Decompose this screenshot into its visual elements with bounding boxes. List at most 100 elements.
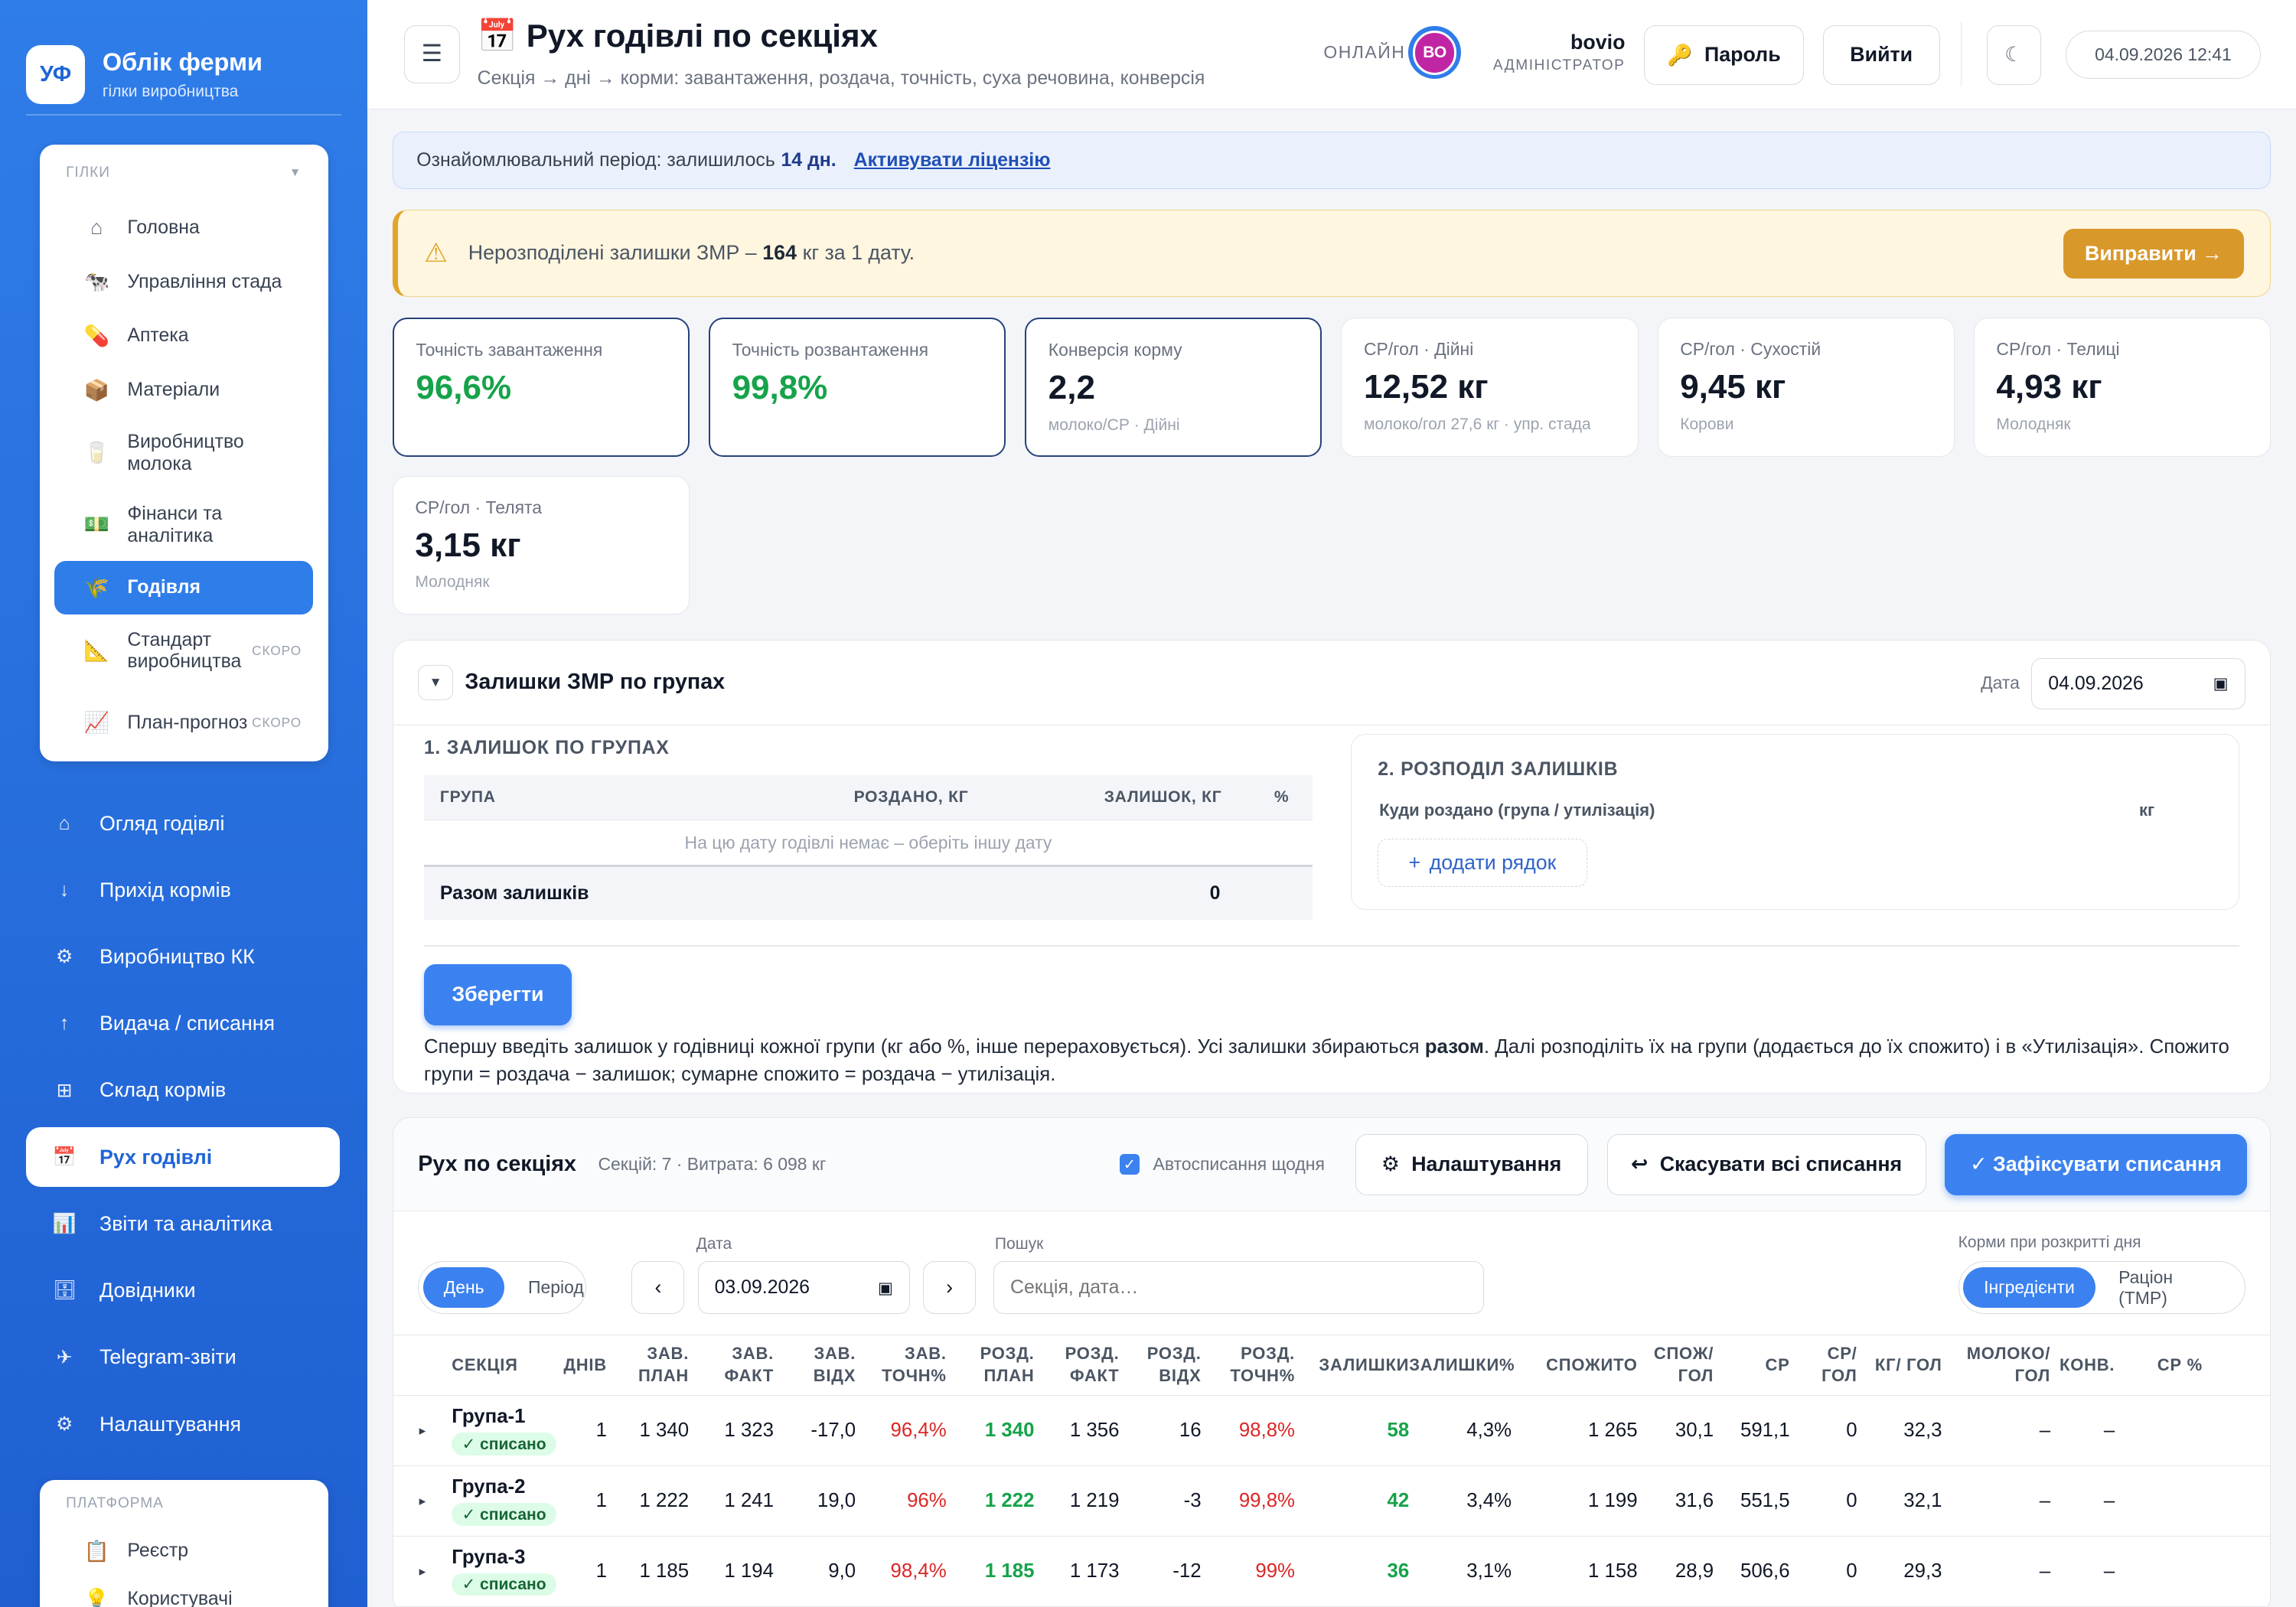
col-header[interactable]: РОЗД. ТОЧН% xyxy=(1202,1343,1295,1387)
col-header[interactable]: РОЗД. ВІДХ xyxy=(1119,1343,1201,1387)
table-cell: 99% xyxy=(1255,1560,1296,1582)
platform-item[interactable]: 💡 Користувачі xyxy=(54,1575,314,1607)
table-cell: 1 185 xyxy=(639,1560,690,1582)
mode-day[interactable]: День xyxy=(422,1266,505,1309)
branch-item[interactable]: 📦 Матеріали xyxy=(54,363,314,417)
nav-item[interactable]: 🗄 Довідники xyxy=(26,1260,339,1320)
table-cell: 1 340 xyxy=(984,1419,1035,1441)
movement-date-input[interactable]: 03.09.2026 ▣ xyxy=(697,1261,910,1314)
nav-item[interactable]: ⚙ Виробництво КК xyxy=(26,927,339,986)
col-header[interactable]: СР % xyxy=(2115,1354,2203,1377)
col-header[interactable]: ЗАВ. ТОЧН% xyxy=(856,1343,947,1387)
avatar[interactable]: ВО xyxy=(1408,26,1462,80)
platform-label: Реєстр xyxy=(127,1540,189,1562)
fix-writeoffs-button[interactable]: ✓ Зафіксувати списання xyxy=(1945,1133,2247,1195)
table-cell: 96,4% xyxy=(890,1419,947,1441)
kpi-card: Точність завантаження 96,6% xyxy=(392,318,690,457)
branches-panel: ГІЛКИ ▼ ⌂ Головна 🐄 Управління стада 💊 Аптека… xyxy=(39,145,328,761)
chevron-down-icon[interactable]: ▼ xyxy=(289,166,302,180)
total-row: Разом залишків 0 xyxy=(423,867,1313,921)
col-header[interactable]: КОНВ. xyxy=(2050,1354,2115,1377)
branch-item[interactable]: 🌾 Годівля xyxy=(54,560,314,615)
col-header[interactable]: СР xyxy=(1714,1354,1789,1377)
table-cell: 31,6 xyxy=(1675,1489,1714,1511)
col-header[interactable]: СПОЖ/ ГОЛ xyxy=(1638,1343,1714,1387)
table-cell: -3 xyxy=(1183,1489,1202,1511)
col-header[interactable]: ЗАВ. ВІДХ xyxy=(774,1343,856,1387)
table-cell: 0 xyxy=(1846,1560,1857,1582)
auto-writeoff-checkbox[interactable]: ✓ xyxy=(1119,1154,1140,1175)
cancel-writeoffs-button[interactable]: ↩ Скасувати всі списання xyxy=(1606,1133,1926,1195)
divider xyxy=(1960,21,1962,86)
col-header[interactable]: ДНІВ xyxy=(543,1354,607,1377)
col-header[interactable]: СПОЖИТО xyxy=(1512,1354,1638,1377)
feeds-ingredients[interactable]: Інгредієнти xyxy=(1963,1266,2095,1309)
menu-button[interactable]: ☰ xyxy=(403,24,460,84)
branch-item[interactable]: 📐 Стандарт виробництва СКОРО xyxy=(54,614,314,686)
col-header[interactable]: КГ/ ГОЛ xyxy=(1857,1354,1942,1377)
branch-item[interactable]: 💊 Аптека xyxy=(54,309,314,363)
col-header[interactable]: ЗАЛИШКИ xyxy=(1295,1354,1409,1377)
prev-day-button[interactable]: ‹ xyxy=(631,1261,685,1314)
nav-item[interactable]: 📊 Звіти та аналітика xyxy=(26,1194,339,1253)
table-row[interactable]: ▸ Група-1 ✓ списано 1 1 340 1 323 -17,0 96,4% 1 … xyxy=(393,1396,2271,1466)
mode-switch: День Період xyxy=(418,1261,587,1314)
table-row[interactable]: ▸ Група-2 ✓ списано 1 1 222 1 241 19,0 96% 1 222… xyxy=(393,1466,2271,1537)
app-logo[interactable]: УФ xyxy=(26,45,85,104)
distribution-box: 2. РОЗПОДІЛ ЗАЛИШКІВ Куди роздано (група… xyxy=(1350,734,2239,910)
expand-row-icon[interactable]: ▸ xyxy=(393,1563,452,1579)
nav-item[interactable]: ✈ Telegram-звіти xyxy=(26,1328,339,1387)
branch-item[interactable]: 🐄 Управління стада xyxy=(54,255,314,309)
cancel-label: Скасувати всі списання xyxy=(1659,1152,1903,1176)
kpi-value: 99,8% xyxy=(732,369,828,407)
next-day-button[interactable]: › xyxy=(923,1261,977,1314)
table-cell: 1 356 xyxy=(1069,1419,1120,1441)
search-input[interactable] xyxy=(993,1261,1484,1314)
expand-row-icon[interactable]: ▸ xyxy=(393,1423,452,1439)
branch-item[interactable]: 🥛 Виробництво молока xyxy=(54,417,314,489)
collapse-toggle[interactable]: ▼ xyxy=(418,664,454,700)
expand-row-icon[interactable]: ▸ xyxy=(393,1493,452,1509)
table-cell: 1 222 xyxy=(984,1489,1035,1511)
col-header[interactable]: МОЛОКО/ ГОЛ xyxy=(1942,1343,2051,1387)
col-header[interactable]: РОЗД. ФАКТ xyxy=(1035,1343,1120,1387)
nav-item[interactable]: ↓ Прихід кормів xyxy=(26,860,339,920)
nav-item[interactable]: ⚙ Налаштування xyxy=(26,1394,339,1454)
table-cell: 1 265 xyxy=(1588,1419,1638,1441)
branch-item[interactable]: 💵 Фінанси та аналітика xyxy=(54,489,314,561)
branches-header[interactable]: ГІЛКИ ▼ xyxy=(40,145,328,200)
settings-button[interactable]: ⚙ Налаштування xyxy=(1355,1133,1588,1195)
kpi-sub: Молодняк xyxy=(415,573,490,592)
col-header[interactable]: ЗАВ. ФАКТ xyxy=(689,1343,774,1387)
branch-item[interactable]: 📈 План-прогноз СКОРО xyxy=(54,686,314,758)
main-content: Ознайомлювальний період: залишилось 14 д… xyxy=(367,109,2295,1607)
nav-label: Огляд годівлі xyxy=(99,811,225,835)
platform-item[interactable]: 📋 Реєстр xyxy=(54,1527,314,1575)
theme-toggle-button[interactable]: ☾ xyxy=(1986,24,2041,85)
feeds-ration[interactable]: Раціон (ТМР) xyxy=(2098,1267,2240,1309)
nav-label: Налаштування xyxy=(99,1412,242,1436)
table-cell: 1 340 xyxy=(639,1419,690,1441)
col-header[interactable]: СЕКЦІЯ xyxy=(452,1354,543,1377)
fix-button[interactable]: Виправити → xyxy=(2063,229,2244,279)
mode-period[interactable]: Період xyxy=(507,1267,604,1309)
logout-button[interactable]: Вийти xyxy=(1822,24,1940,85)
password-button[interactable]: 🔑 Пароль xyxy=(1644,24,1804,85)
nav-item[interactable]: 📅 Рух годівлі xyxy=(26,1126,340,1188)
activate-license-link[interactable]: Активувати ліцензію xyxy=(854,149,1051,171)
nav-item[interactable]: ↑ Видача / списання xyxy=(26,994,339,1054)
col-header: РОЗДАНО, КГ xyxy=(853,788,969,807)
save-button[interactable]: Зберегти xyxy=(423,963,572,1026)
table-row[interactable]: ▸ Група-3 ✓ списано 1 1 185 1 194 9,0 98,4% 1 18… xyxy=(393,1537,2271,1607)
col-header[interactable]: СР/ ГОЛ xyxy=(1790,1343,1857,1387)
table-cell: 19,0 xyxy=(817,1489,856,1511)
branch-item[interactable]: ⌂ Головна xyxy=(54,200,314,255)
col-header[interactable]: РОЗД. ПЛАН xyxy=(947,1343,1035,1387)
col-header[interactable]: ЗАВ. ПЛАН xyxy=(607,1343,689,1387)
nav-item[interactable]: ⌂ Огляд годівлі xyxy=(26,794,339,853)
ruler-icon: 📐 xyxy=(83,638,109,662)
add-row-button[interactable]: + додати рядок xyxy=(1378,839,1587,888)
nav-item[interactable]: ⊞ Склад кормів xyxy=(26,1061,339,1120)
col-header[interactable]: ЗАЛИШКИ% xyxy=(1409,1354,1514,1377)
remains-date-input[interactable]: 04.09.2026 ▣ xyxy=(2031,657,2245,709)
